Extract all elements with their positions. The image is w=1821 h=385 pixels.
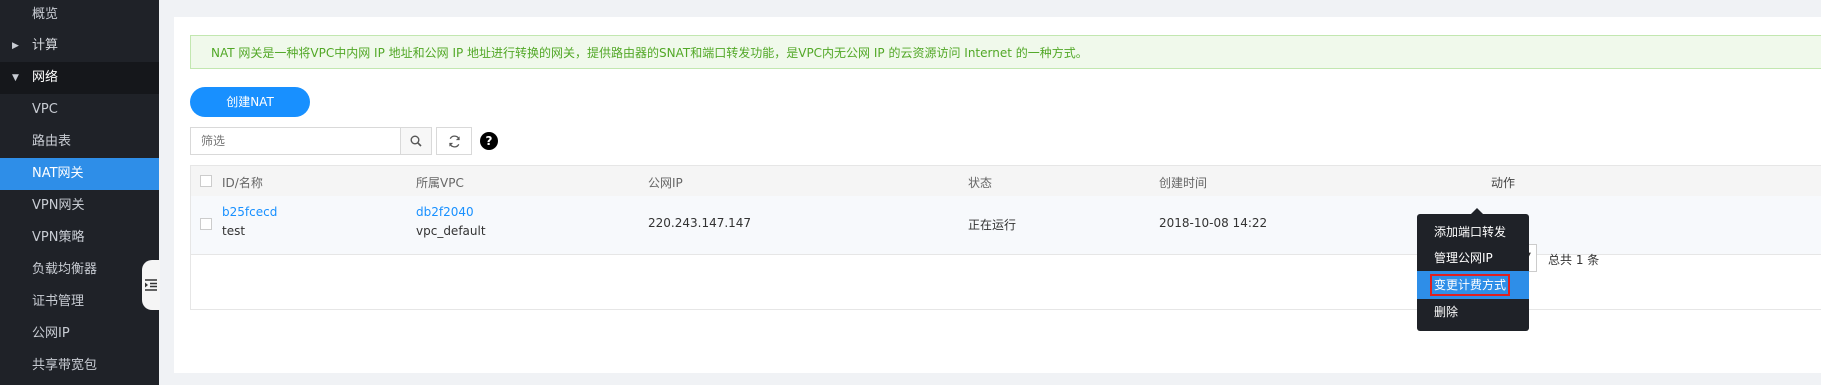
more-actions-menu: 添加端口转发 管理公网IP 变更计费方式 删除 <box>1417 208 1529 331</box>
sidebar-item-label: 概览 <box>32 7 59 22</box>
main-panel: NAT 网关是一种将VPC中内网 IP 地址和公网 IP 地址进行转换的网关，提… <box>174 17 1821 373</box>
menu-item-label: 删除 <box>1434 305 1459 319</box>
vpc-name: vpc_default <box>416 224 486 238</box>
sidebar-item-label: 证书管理 <box>32 294 85 309</box>
table-row: b25fcecd test db2f2040 vpc_default 220.2… <box>191 196 1821 255</box>
sidebar-item-public-ip[interactable]: 公网IP <box>0 318 159 350</box>
column-header-ip: 公网IP <box>648 176 683 190</box>
sidebar-item-route-table[interactable]: 路由表 <box>0 126 159 158</box>
filter-field <box>190 127 432 155</box>
sidebar-item-label: NAT网关 <box>32 166 84 181</box>
menu-item-label: 管理公网IP <box>1434 251 1493 265</box>
sidebar-item-network[interactable]: ▼ 网络 <box>0 62 159 94</box>
help-icon[interactable]: ? <box>480 132 498 150</box>
row-checkbox[interactable] <box>200 218 212 230</box>
menu-item-manage-public-ip[interactable]: 管理公网IP <box>1417 244 1529 272</box>
vpc-id-link[interactable]: db2f2040 <box>416 205 474 219</box>
sidebar-item-certificates[interactable]: 证书管理 <box>0 286 159 318</box>
caret-right-icon: ▶ <box>12 41 19 51</box>
created-time: 2018-10-08 14:22 <box>1159 216 1268 230</box>
sidebar: 概览 ▶ 计算 ▼ 网络 VPC 路由表 NAT网关 VPN网关 VPN策略 负载均… <box>0 0 159 385</box>
table-header: ID/名称 所属VPC 公网IP 状态 创建时间 动作 <box>191 166 1821 197</box>
sidebar-item-overview[interactable]: 概览 <box>0 0 159 30</box>
menu-item-delete[interactable]: 删除 <box>1417 298 1529 326</box>
column-header-id: ID/名称 <box>222 176 263 190</box>
sidebar-item-label: 路由表 <box>32 134 72 149</box>
menu-item-add-port-forward[interactable]: 添加端口转发 <box>1417 218 1529 246</box>
total-count: 总共 1 条 <box>1548 253 1600 267</box>
sidebar-item-label: VPN策略 <box>32 230 85 245</box>
refresh-icon <box>448 135 460 147</box>
public-ip: 220.243.147.147 <box>648 216 752 230</box>
sidebar-item-label: 网络 <box>32 70 59 85</box>
column-header-action: 动作 <box>1491 176 1516 190</box>
sidebar-item-nat-gateway[interactable]: NAT网关 <box>0 158 159 190</box>
refresh-button[interactable] <box>436 127 472 155</box>
sidebar-item-label: VPN网关 <box>32 198 85 213</box>
column-header-created: 创建时间 <box>1159 176 1208 190</box>
menu-item-change-billing[interactable]: 变更计费方式 <box>1417 271 1529 299</box>
sidebar-item-load-balancer[interactable]: 负载均衡器 <box>0 254 159 286</box>
info-notice: NAT 网关是一种将VPC中内网 IP 地址和公网 IP 地址进行转换的网关，提… <box>190 35 1821 69</box>
menu-item-label: 变更计费方式 <box>1429 274 1511 296</box>
sidebar-item-label: 计算 <box>32 38 59 53</box>
nat-id-link[interactable]: b25fcecd <box>222 205 277 219</box>
sidebar-item-shared-bandwidth[interactable]: 共享带宽包 <box>0 350 159 382</box>
sidebar-collapse-button[interactable] <box>142 260 160 310</box>
sidebar-item-compute[interactable]: ▶ 计算 <box>0 30 159 62</box>
menu-item-label: 添加端口转发 <box>1434 225 1507 239</box>
status-text: 正在运行 <box>968 218 1017 232</box>
sidebar-item-vpn-policy[interactable]: VPN策略 <box>0 222 159 254</box>
sidebar-item-vpc[interactable]: VPC <box>0 94 159 126</box>
column-header-status: 状态 <box>968 176 993 190</box>
select-all-checkbox[interactable] <box>200 175 212 187</box>
sidebar-item-vpn-gateway[interactable]: VPN网关 <box>0 190 159 222</box>
filter-input[interactable] <box>191 128 400 154</box>
sidebar-item-label: 共享带宽包 <box>32 358 98 373</box>
sidebar-item-label: VPC <box>32 102 58 117</box>
caret-down-icon: ▼ <box>12 73 19 83</box>
nat-table: ID/名称 所属VPC 公网IP 状态 创建时间 动作 b25fcecd tes… <box>190 165 1821 310</box>
sidebar-item-label: 公网IP <box>32 326 70 341</box>
sidebar-item-label: 负载均衡器 <box>32 262 98 277</box>
nat-name: test <box>222 224 246 238</box>
column-header-vpc: 所属VPC <box>416 176 464 190</box>
create-nat-button[interactable]: 创建NAT <box>190 87 310 117</box>
indent-icon <box>145 279 157 291</box>
search-icon <box>410 135 422 147</box>
search-button[interactable] <box>400 128 431 154</box>
